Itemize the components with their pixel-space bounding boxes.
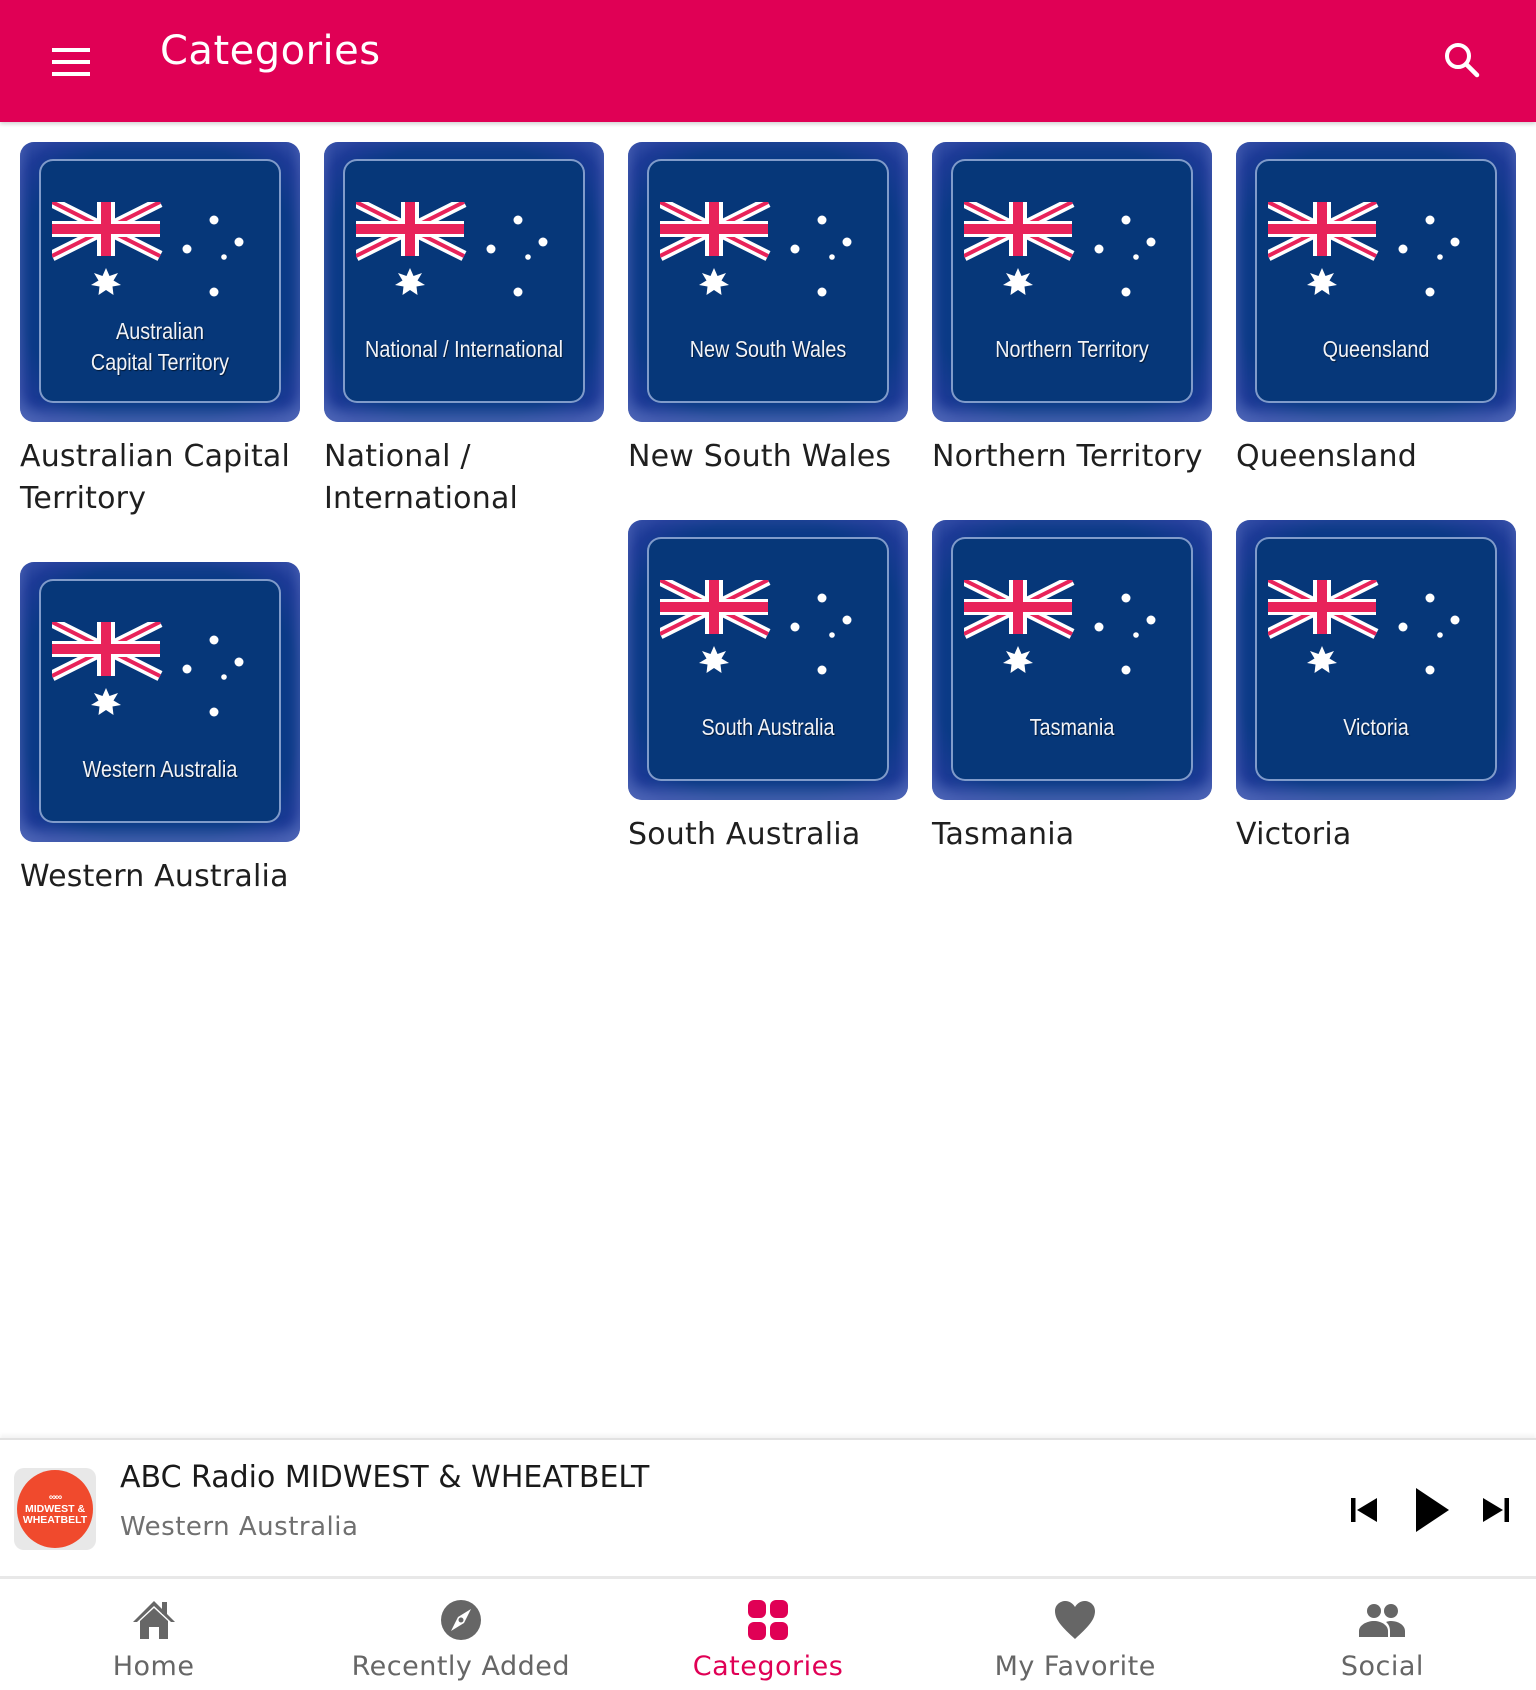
- nav-label: Recently Added: [351, 1651, 570, 1682]
- bottom-navigation: Home Recently Added Categories My Favori…: [0, 1576, 1536, 1690]
- category-thumbnail: Australian Capital Territory: [20, 142, 300, 422]
- category-label: Western Australia: [20, 859, 289, 894]
- thumbnail-caption: South Australia: [701, 714, 835, 740]
- category-thumbnail: New South Wales: [628, 142, 908, 422]
- category-card-queensland[interactable]: Queensland Queensland: [1236, 142, 1516, 478]
- thumbnail-caption: National / International: [365, 336, 563, 362]
- heart-icon: [1055, 1601, 1096, 1639]
- thumbnail-caption: Western Australia: [82, 756, 238, 782]
- category-thumbnail: Victoria: [1236, 520, 1516, 800]
- category-card-australian-capital-territory[interactable]: Australian Capital Territory Australian …: [20, 142, 300, 520]
- page-title: Categories: [160, 28, 381, 74]
- australian-flag-image: [660, 580, 876, 690]
- category-card-new-south-wales[interactable]: New South Wales New South Wales: [628, 142, 908, 478]
- australian-flag-image: [52, 202, 268, 312]
- station-artwork: ∞∞ MIDWEST & WHEATBELT: [14, 1468, 96, 1550]
- category-thumbnail: Tasmania: [932, 520, 1212, 800]
- category-card-national-international[interactable]: National / International National / Inte…: [324, 142, 604, 520]
- skip-previous-icon: [1351, 1498, 1377, 1522]
- category-card-victoria[interactable]: Victoria Victoria: [1236, 520, 1516, 856]
- nav-label: Categories: [692, 1651, 844, 1682]
- thumbnail-caption: Queensland: [1322, 336, 1430, 362]
- nav-item-categories[interactable]: Categories: [614, 1579, 921, 1690]
- compass-icon: [440, 1600, 481, 1640]
- category-thumbnail: Northern Territory: [932, 142, 1212, 422]
- australian-flag-image: [660, 202, 876, 312]
- category-grid: Australian Capital Territory Australian …: [0, 122, 1536, 1440]
- category-label: Tasmania: [932, 817, 1075, 852]
- category-card-western-australia[interactable]: Western Australia Western Australia: [20, 562, 300, 898]
- home-icon: [132, 1601, 175, 1639]
- now-playing-station: ABC Radio MIDWEST & WHEATBELT: [120, 1460, 650, 1495]
- category-label: Australian Capital Territory: [20, 439, 291, 516]
- thumbnail-caption: Northern Territory: [995, 336, 1149, 362]
- menu-button[interactable]: [40, 30, 104, 94]
- category-thumbnail: National / International: [324, 142, 604, 422]
- search-icon: [1445, 43, 1480, 78]
- category-label: National / International: [324, 439, 519, 516]
- station-logo: ∞∞ MIDWEST & WHEATBELT: [17, 1470, 93, 1548]
- australian-flag-image: [964, 202, 1180, 312]
- category-thumbnail: South Australia: [628, 520, 908, 800]
- category-card-tasmania[interactable]: Tasmania Tasmania: [932, 520, 1212, 856]
- category-card-south-australia[interactable]: South Australia South Australia: [628, 520, 908, 856]
- thumbnail-caption: Australian Capital Territory: [90, 318, 230, 375]
- nav-label: My Favorite: [994, 1651, 1156, 1682]
- nav-label: Social: [1340, 1651, 1424, 1682]
- skip-next-button[interactable]: [1470, 1480, 1520, 1540]
- now-playing-region: Western Australia: [120, 1512, 359, 1542]
- people-icon: [1359, 1604, 1406, 1637]
- thumbnail-caption: Victoria: [1343, 714, 1409, 740]
- category-thumbnail: Western Australia: [20, 562, 300, 842]
- categories-grid-icon: [748, 1600, 788, 1640]
- category-label: Victoria: [1236, 817, 1352, 852]
- category-card-northern-territory[interactable]: Northern Territory Northern Territory: [932, 142, 1212, 478]
- australian-flag-image: [52, 622, 268, 732]
- nav-item-social[interactable]: Social: [1229, 1579, 1536, 1690]
- category-label: New South Wales: [628, 439, 892, 474]
- nav-item-home[interactable]: Home: [0, 1579, 307, 1690]
- australian-flag-image: [356, 202, 572, 312]
- app-bar: Categories: [0, 0, 1536, 122]
- skip-next-icon: [1483, 1498, 1509, 1522]
- mini-player[interactable]: ∞∞ MIDWEST & WHEATBELT ABC Radio MIDWEST…: [0, 1438, 1536, 1576]
- search-button[interactable]: [1428, 26, 1496, 94]
- nav-item-recently-added[interactable]: Recently Added: [307, 1579, 614, 1690]
- australian-flag-image: [1268, 202, 1484, 312]
- skip-previous-button[interactable]: [1340, 1480, 1390, 1540]
- category-label: South Australia: [628, 817, 861, 852]
- thumbnail-caption: Tasmania: [1029, 714, 1115, 740]
- nav-item-my-favorite[interactable]: My Favorite: [922, 1579, 1229, 1690]
- nav-label: Home: [112, 1651, 195, 1682]
- play-button[interactable]: [1402, 1480, 1462, 1540]
- australian-flag-image: [964, 580, 1180, 690]
- australian-flag-image: [1268, 580, 1484, 690]
- play-icon: [1416, 1488, 1449, 1532]
- abc-logo-icon: ∞∞: [48, 1492, 62, 1503]
- thumbnail-caption: New South Wales: [689, 336, 847, 362]
- category-thumbnail: Queensland: [1236, 142, 1516, 422]
- logo-line-2: WHEATBELT: [22, 1514, 88, 1526]
- category-label: Northern Territory: [932, 439, 1203, 474]
- category-label: Queensland: [1236, 439, 1417, 474]
- hamburger-menu-icon: [52, 48, 90, 76]
